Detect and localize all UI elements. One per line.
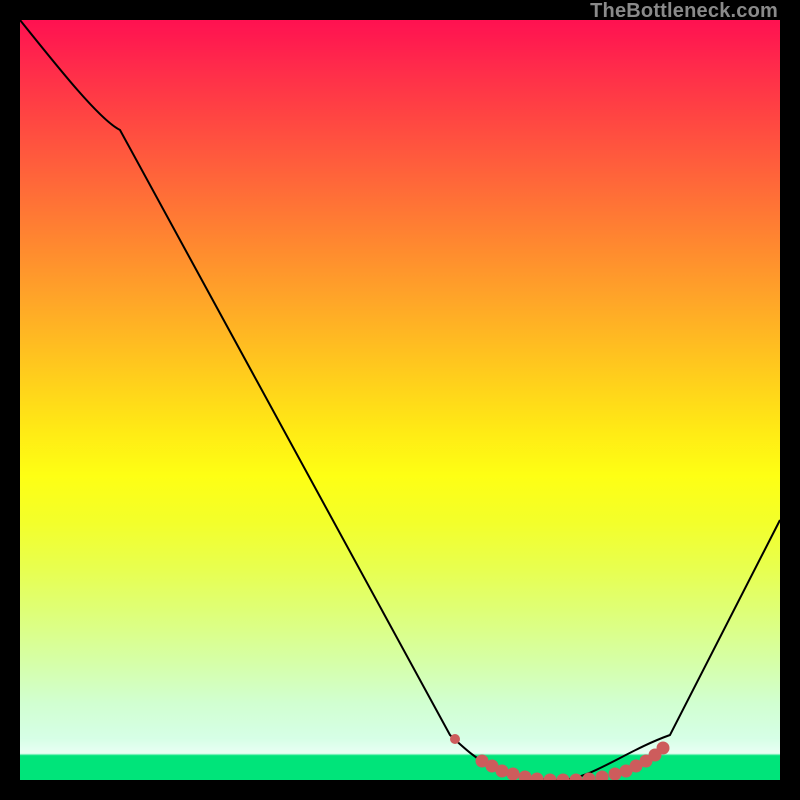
- plot-area: [20, 20, 780, 780]
- chart-frame: TheBottleneck.com: [0, 0, 800, 800]
- trough-marker: [450, 734, 460, 744]
- trough-marker: [507, 768, 520, 781]
- marker-group: [450, 734, 670, 780]
- trough-marker: [609, 768, 622, 781]
- curve-line: [20, 20, 780, 780]
- trough-marker: [557, 774, 570, 781]
- trough-marker: [531, 773, 544, 781]
- trough-marker: [544, 774, 557, 781]
- trough-marker: [657, 742, 670, 755]
- bottleneck-curve: [20, 20, 780, 780]
- trough-marker: [570, 774, 583, 781]
- trough-marker: [583, 773, 596, 781]
- watermark-text: TheBottleneck.com: [590, 0, 778, 23]
- chart-svg: [20, 20, 780, 780]
- trough-marker: [596, 771, 609, 781]
- trough-marker: [519, 771, 532, 781]
- trough-marker: [496, 765, 509, 778]
